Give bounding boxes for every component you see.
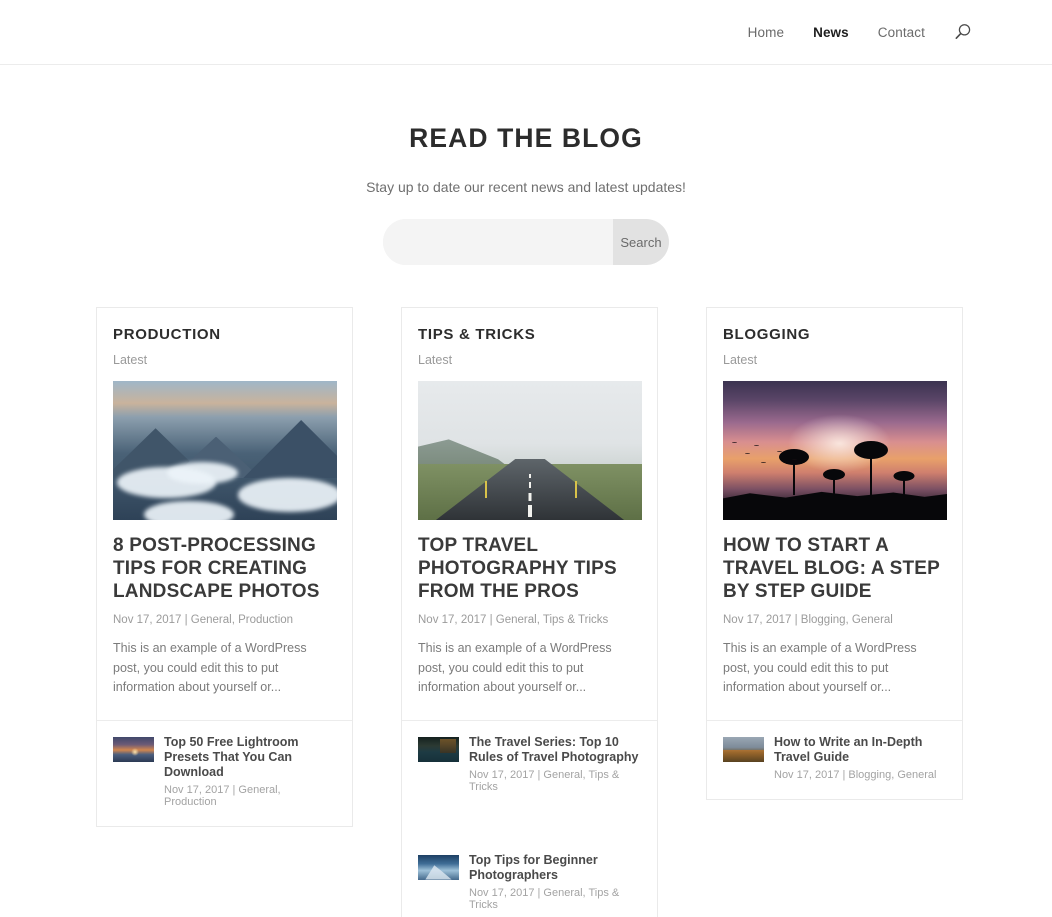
search-submit-button[interactable]: Search: [613, 219, 669, 265]
card-header: TIPS & TRICKS Latest: [402, 308, 657, 381]
category-card: PRODUCTION Latest 8 POST-PROCESSING TIPS…: [96, 307, 353, 827]
category-title: TIPS & TRICKS: [418, 326, 536, 343]
thumbnail-autumn-hills: [723, 736, 764, 762]
hero-section: READ THE BLOG Stay up to date our recent…: [0, 65, 1052, 265]
recent-post-title[interactable]: The Travel Series: Top 10 Rules of Trave…: [469, 735, 641, 765]
nav-link-contact[interactable]: Contact: [878, 25, 925, 40]
category-sublabel: Latest: [418, 353, 453, 367]
recent-post-title[interactable]: Top Tips for Beginner Photographers: [469, 853, 641, 883]
list-item[interactable]: How to Write an In-Depth Travel Guide No…: [723, 735, 946, 781]
column-production: PRODUCTION Latest 8 POST-PROCESSING TIPS…: [96, 307, 353, 827]
recent-posts-list: How to Write an In-Depth Travel Guide No…: [707, 719, 962, 799]
recent-post-title[interactable]: How to Write an In-Depth Travel Guide: [774, 735, 946, 765]
post-hero-image-mountains-above-clouds[interactable]: [113, 381, 337, 520]
post-meta: Nov 17, 2017 | General, Tips & Tricks: [418, 614, 609, 626]
post-title[interactable]: HOW TO START A TRAVEL BLOG: A STEP BY ST…: [723, 534, 946, 603]
column-blogging: BLOGGING Latest HOW TO START A TRAVEL BL…: [706, 307, 963, 800]
recent-post-meta: Nov 17, 2017 | General, Production: [164, 783, 281, 808]
recent-post-meta: Nov 17, 2017 | Blogging, General: [774, 768, 937, 781]
post-body: TOP TRAVEL PHOTOGRAPHY TIPS FROM THE PRO…: [402, 520, 657, 720]
post-title[interactable]: TOP TRAVEL PHOTOGRAPHY TIPS FROM THE PRO…: [418, 534, 641, 603]
search-bar: Search: [0, 219, 1052, 265]
thumbnail-lake-cabin: [418, 736, 459, 762]
post-excerpt: This is an example of a WordPress post, …: [723, 641, 917, 694]
thumbnail-blue-mountain: [418, 854, 459, 880]
post-meta: Nov 17, 2017 | Blogging, General: [723, 614, 893, 626]
nav-links: Home News Contact: [748, 25, 925, 40]
post-excerpt: This is an example of a WordPress post, …: [418, 641, 612, 694]
recent-posts-list: Top 50 Free Lightroom Presets That You C…: [97, 719, 352, 826]
recent-posts-list: The Travel Series: Top 10 Rules of Trave…: [402, 719, 657, 917]
post-hero-image-palm-tree-sunset[interactable]: [723, 381, 947, 520]
list-item[interactable]: The Travel Series: Top 10 Rules of Trave…: [418, 735, 641, 793]
recent-post-meta: Nov 17, 2017 | General, Tips & Tricks: [469, 886, 620, 911]
card-header: PRODUCTION Latest: [97, 308, 352, 381]
post-title[interactable]: 8 POST-PROCESSING TIPS FOR CREATING LAND…: [113, 534, 336, 603]
page-subtitle: Stay up to date our recent news and late…: [366, 179, 686, 195]
post-hero-image-foggy-empty-road[interactable]: [418, 381, 642, 520]
nav-link-news[interactable]: News: [813, 25, 849, 40]
blog-columns: PRODUCTION Latest 8 POST-PROCESSING TIPS…: [0, 307, 1052, 917]
category-sublabel: Latest: [113, 353, 148, 367]
card-header: BLOGGING Latest: [707, 308, 962, 381]
post-body: HOW TO START A TRAVEL BLOG: A STEP BY ST…: [707, 520, 962, 720]
search-icon[interactable]: [952, 21, 974, 43]
recent-post-meta: Nov 17, 2017 | General, Tips & Tricks: [469, 768, 620, 793]
page-title: READ THE BLOG: [409, 123, 643, 153]
category-card: TIPS & TRICKS Latest TOP TRAVEL PHOTOGRA…: [401, 307, 658, 917]
post-meta: Nov 17, 2017 | General, Production: [113, 614, 294, 626]
recent-post-title[interactable]: Top 50 Free Lightroom Presets That You C…: [164, 735, 336, 780]
nav-link-home[interactable]: Home: [748, 25, 784, 40]
top-navbar: Home News Contact: [0, 0, 1052, 65]
column-tips-and-tricks: TIPS & TRICKS Latest TOP TRAVEL PHOTOGRA…: [401, 307, 658, 917]
category-sublabel: Latest: [723, 353, 758, 367]
post-body: 8 POST-PROCESSING TIPS FOR CREATING LAND…: [97, 520, 352, 720]
post-excerpt: This is an example of a WordPress post, …: [113, 641, 307, 694]
search-input[interactable]: [383, 219, 613, 265]
thumbnail-sunset-over-sea: [113, 736, 154, 762]
category-card: BLOGGING Latest HOW TO START A TRAVEL BL…: [706, 307, 963, 800]
list-item[interactable]: Top Tips for Beginner Photographers Nov …: [418, 853, 641, 911]
category-title: BLOGGING: [723, 326, 811, 343]
list-item[interactable]: Top 50 Free Lightroom Presets That You C…: [113, 735, 336, 808]
category-title: PRODUCTION: [113, 326, 221, 343]
